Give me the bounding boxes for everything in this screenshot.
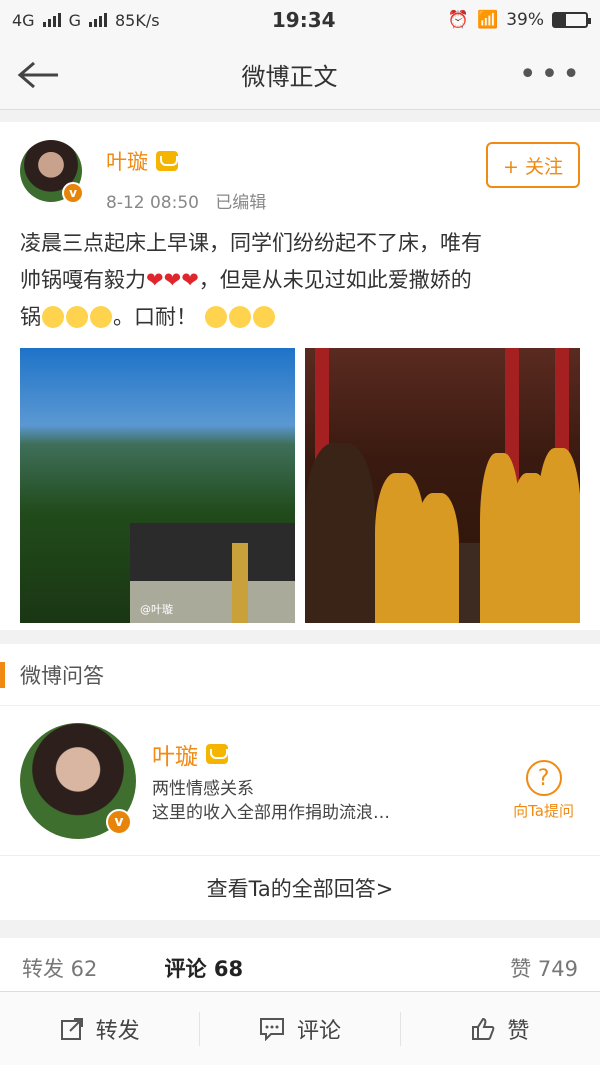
like-count-tab[interactable]: 赞 749 — [510, 953, 578, 983]
post-time: 8-12 08:50 已编辑 — [106, 188, 266, 213]
signal-bars-icon — [42, 13, 61, 27]
qa-card[interactable]: v 叶璇 两性情感关系 这里的收入全部用作捐助流浪… ? 向Ta提问 — [0, 706, 600, 856]
post-text-part: ，但是从未见过如此爱撒娇的 — [198, 268, 472, 292]
network-type-1: 4G — [12, 10, 35, 30]
follow-button[interactable]: + 关注 — [486, 142, 580, 188]
more-menu-icon[interactable]: ••• — [519, 57, 584, 92]
heart-emoji-icon: ❤❤❤ — [146, 268, 199, 292]
author-name[interactable]: 叶璇 — [106, 146, 148, 176]
view-all-answers-link[interactable]: 查看Ta的全部回答> — [0, 856, 600, 920]
battery-percent: 39% — [506, 10, 544, 30]
avatar[interactable]: v — [20, 140, 84, 204]
thumbs-up-icon — [472, 1017, 495, 1040]
qa-info: 叶璇 两性情感关系 这里的收入全部用作捐助流浪… — [152, 737, 390, 825]
monk-figure-dark — [305, 443, 375, 623]
grin-emoji-icon — [252, 306, 275, 328]
device-status: ⏰ 📶 39% — [447, 10, 591, 30]
edited-label[interactable]: 已编辑 — [215, 193, 266, 213]
repost-button[interactable]: 转发 — [0, 1011, 201, 1046]
monk-figure — [537, 448, 580, 623]
post-text: 凌晨三点起床上早课，同学们纷纷起不了床，唯有 帅锅嘎有毅力❤❤❤，但是从未见过如… — [20, 225, 580, 336]
post-text-line: 凌晨三点起床上早课，同学们纷纷起不了床，唯有 — [20, 231, 482, 255]
laugh-emoji-icon — [66, 306, 88, 328]
post-text-line: 锅 。口耐！ — [20, 299, 580, 336]
post-text-line: 帅锅嘎有毅力❤❤❤，但是从未见过如此爱撒娇的 — [20, 262, 580, 299]
post-text-part: 。口耐！ — [113, 305, 197, 329]
battery-icon — [552, 12, 591, 28]
ask-button[interactable]: ? 向Ta提问 — [513, 760, 574, 821]
clock: 19:34 — [271, 8, 336, 32]
weibo-post: v 叶璇 8-12 08:50 已编辑 + 关注 凌晨三点起床上早课，同学们纷纷… — [0, 122, 600, 630]
comment-button[interactable]: 评论 — [200, 1011, 401, 1046]
qa-name-row: 叶璇 — [152, 737, 390, 771]
avatar[interactable]: v — [20, 722, 136, 839]
post-text-part: 锅 — [20, 305, 41, 329]
laugh-emoji-icon — [42, 306, 64, 328]
bottom-action-bar: 转发 评论 赞 — [0, 991, 600, 1065]
qa-description: 这里的收入全部用作捐助流浪… — [152, 802, 390, 823]
post-image-monks[interactable] — [305, 348, 580, 623]
back-arrow-icon[interactable] — [16, 59, 60, 91]
author-meta: 叶璇 8-12 08:50 已编辑 — [106, 140, 266, 213]
page-title: 微博正文 — [241, 63, 338, 91]
image-watermark: @叶璇 — [140, 603, 173, 616]
post-images: @叶璇 — [20, 348, 580, 623]
comment-icon — [259, 1017, 284, 1041]
temple-pillar — [232, 543, 248, 623]
grin-emoji-icon — [228, 306, 251, 328]
post-image-mountain[interactable]: @叶璇 — [20, 348, 295, 623]
laugh-emoji-icon — [90, 306, 112, 328]
section-title: 微博问答 — [0, 644, 600, 706]
network-speed: 85K/s — [114, 10, 160, 30]
weibo-qa-section: 微博问答 v 叶璇 两性情感关系 这里的收入全部用作捐助流浪… ? 向Ta提问 … — [0, 644, 600, 920]
vip-crown-icon — [206, 743, 228, 764]
temple-roof — [130, 523, 295, 583]
alarm-icon: ⏰ — [447, 10, 470, 30]
comment-label: 评论 — [296, 1018, 341, 1044]
post-timestamp: 8-12 08:50 — [106, 193, 199, 213]
follow-label: + 关注 — [503, 155, 563, 178]
network-type-2: G — [68, 10, 81, 30]
author-name-row: 叶璇 — [106, 146, 266, 176]
signal-bars-icon — [88, 13, 107, 27]
qa-topic: 两性情感关系 — [152, 778, 254, 799]
monk-figure — [415, 493, 459, 623]
question-icon: ? — [525, 760, 562, 796]
qa-author-name[interactable]: 叶璇 — [152, 737, 198, 771]
repost-label: 转发 — [95, 1018, 140, 1044]
repost-count-tab[interactable]: 转发 62 — [22, 953, 97, 983]
like-button[interactable]: 赞 — [401, 1012, 600, 1046]
grin-emoji-icon — [204, 306, 227, 328]
vip-crown-icon — [156, 151, 178, 171]
battery-fill — [554, 14, 567, 26]
ask-label: 向Ta提问 — [513, 802, 574, 820]
like-label: 赞 — [507, 1018, 530, 1044]
post-text-part: 帅锅嘎有毅力 — [20, 268, 146, 292]
repost-icon — [60, 1017, 83, 1040]
wifi-icon: 📶 — [477, 10, 499, 30]
network-status: 4G G 85K/s — [12, 11, 160, 30]
comment-count-tab[interactable]: 评论 68 — [165, 953, 244, 983]
verified-badge-icon: v — [106, 808, 132, 835]
status-bar: 4G G 85K/s 19:34 ⏰ 📶 39% — [0, 0, 600, 40]
verified-badge-icon: v — [62, 182, 84, 204]
nav-bar: 微博正文 ••• — [0, 40, 600, 110]
